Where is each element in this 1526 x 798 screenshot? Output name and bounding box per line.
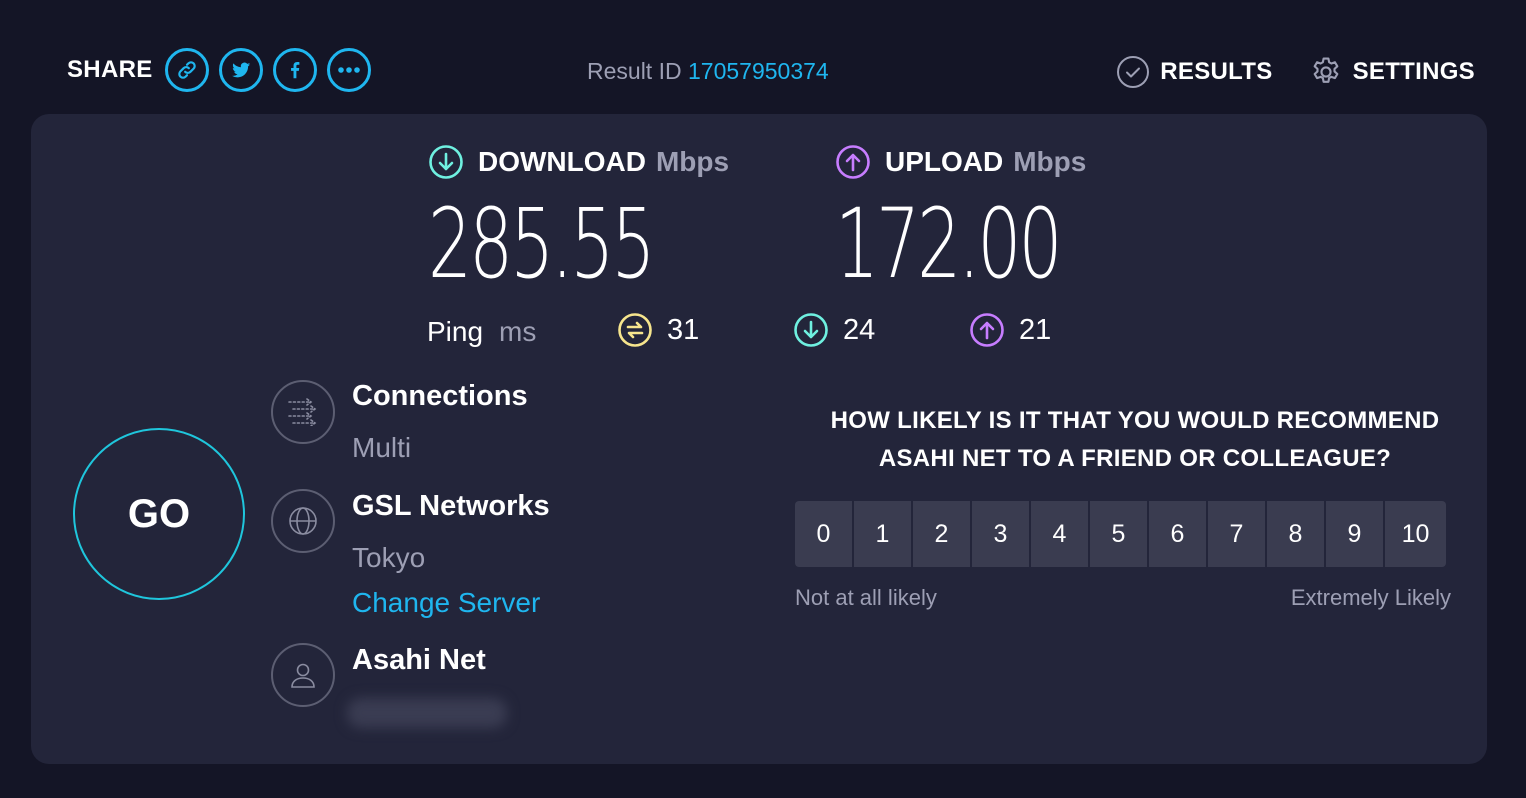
gear-icon bbox=[1313, 57, 1338, 83]
ping-unit: ms bbox=[499, 316, 537, 347]
ping-idle: 31 bbox=[617, 312, 699, 348]
latency-idle-icon bbox=[618, 313, 652, 347]
connections-icon bbox=[288, 398, 317, 426]
survey-option-1[interactable]: 1 bbox=[854, 501, 911, 567]
survey-question: HOW LIKELY IS IT THAT YOU WOULD RECOMMEN… bbox=[795, 402, 1475, 478]
server-location: Tokyo bbox=[352, 542, 426, 573]
survey-option-4[interactable]: 4 bbox=[1031, 501, 1088, 567]
share-bar: SHARE bbox=[67, 48, 381, 92]
share-link-button[interactable] bbox=[164, 48, 209, 92]
survey-option-3[interactable]: 3 bbox=[972, 501, 1029, 567]
download-metric: DOWNLOAD Mbps 285.55 bbox=[428, 142, 740, 292]
user-icon bbox=[291, 663, 315, 688]
connections-title: Connections bbox=[352, 380, 528, 412]
isp-title: Asahi Net bbox=[352, 644, 486, 676]
globe-icon-wrap bbox=[271, 489, 335, 553]
survey-option-8[interactable]: 8 bbox=[1267, 501, 1324, 567]
latency-upload-icon bbox=[970, 313, 1004, 347]
link-icon bbox=[177, 61, 196, 79]
ping-label: Ping bbox=[427, 316, 484, 347]
survey-option-6[interactable]: 6 bbox=[1149, 501, 1206, 567]
change-server-link[interactable]: Change Server bbox=[352, 587, 540, 619]
download-arrow-icon bbox=[429, 145, 463, 179]
connections-icon-wrap bbox=[271, 380, 335, 444]
survey-option-9[interactable]: 9 bbox=[1326, 501, 1383, 567]
survey-question-line-2: ASAHI NET TO A FRIEND OR COLLEAGUE? bbox=[878, 445, 1392, 472]
share-twitter-button[interactable] bbox=[218, 48, 263, 92]
connections-value: Multi bbox=[352, 432, 412, 463]
go-button[interactable]: GO bbox=[73, 428, 245, 600]
user-icon-wrap bbox=[271, 643, 335, 707]
facebook-icon bbox=[290, 62, 299, 79]
twitter-icon bbox=[231, 62, 250, 78]
upload-value: 172.00 bbox=[835, 188, 1062, 300]
upload-arrow-icon bbox=[836, 145, 870, 179]
ping-download-value: 24 bbox=[843, 313, 876, 346]
survey-option-10[interactable]: 10 bbox=[1385, 501, 1446, 567]
share-label: SHARE bbox=[67, 56, 153, 83]
upload-label: UPLOAD bbox=[885, 146, 1004, 177]
survey-option-2[interactable]: 2 bbox=[913, 501, 970, 567]
check-circle-icon bbox=[1117, 56, 1150, 88]
survey-question-line-1: HOW LIKELY IS IT THAT YOU WOULD RECOMMEN… bbox=[830, 407, 1440, 434]
survey-low-label: Not at all likely bbox=[795, 585, 937, 610]
settings-label: SETTINGS bbox=[1352, 58, 1475, 85]
ping-idle-value: 31 bbox=[667, 313, 700, 346]
share-more-button[interactable] bbox=[326, 48, 371, 92]
download-value: 285.55 bbox=[428, 188, 655, 300]
survey-option-0[interactable]: 0 bbox=[795, 501, 852, 567]
ping-upload-value: 21 bbox=[1019, 313, 1052, 346]
globe-icon bbox=[289, 507, 317, 535]
upload-unit: Mbps bbox=[1013, 146, 1087, 177]
top-nav: RESULTS SETTINGS bbox=[1116, 55, 1475, 89]
survey-option-5[interactable]: 5 bbox=[1090, 501, 1147, 567]
more-icon bbox=[337, 67, 360, 73]
survey-scale: 0 1 2 3 4 5 6 7 8 9 10 bbox=[795, 501, 1446, 567]
ping-row: Ping ms bbox=[427, 310, 536, 354]
server-title: GSL Networks bbox=[352, 490, 550, 522]
ping-upload: 21 bbox=[969, 312, 1051, 348]
download-unit: Mbps bbox=[655, 146, 730, 177]
ping-download: 24 bbox=[793, 312, 875, 348]
results-panel: DOWNLOAD Mbps 285.55 UPLOAD Mbps 172.00 … bbox=[31, 114, 1487, 764]
settings-button[interactable]: SETTINGS bbox=[1309, 55, 1475, 89]
survey-option-7[interactable]: 7 bbox=[1208, 501, 1265, 567]
upload-metric: UPLOAD Mbps 172.00 bbox=[835, 142, 1147, 292]
results-label: RESULTS bbox=[1160, 58, 1273, 85]
survey-high-label: Extremely Likely bbox=[1290, 585, 1451, 610]
results-button[interactable]: RESULTS bbox=[1116, 55, 1272, 89]
redacted-ip bbox=[347, 698, 507, 728]
result-id: Result ID 17057950374 bbox=[587, 58, 829, 85]
result-id-label: Result ID bbox=[587, 58, 682, 84]
share-facebook-button[interactable] bbox=[272, 48, 317, 92]
download-label: DOWNLOAD bbox=[478, 146, 646, 177]
latency-download-icon bbox=[794, 313, 828, 347]
result-id-link[interactable]: 17057950374 bbox=[688, 58, 829, 84]
